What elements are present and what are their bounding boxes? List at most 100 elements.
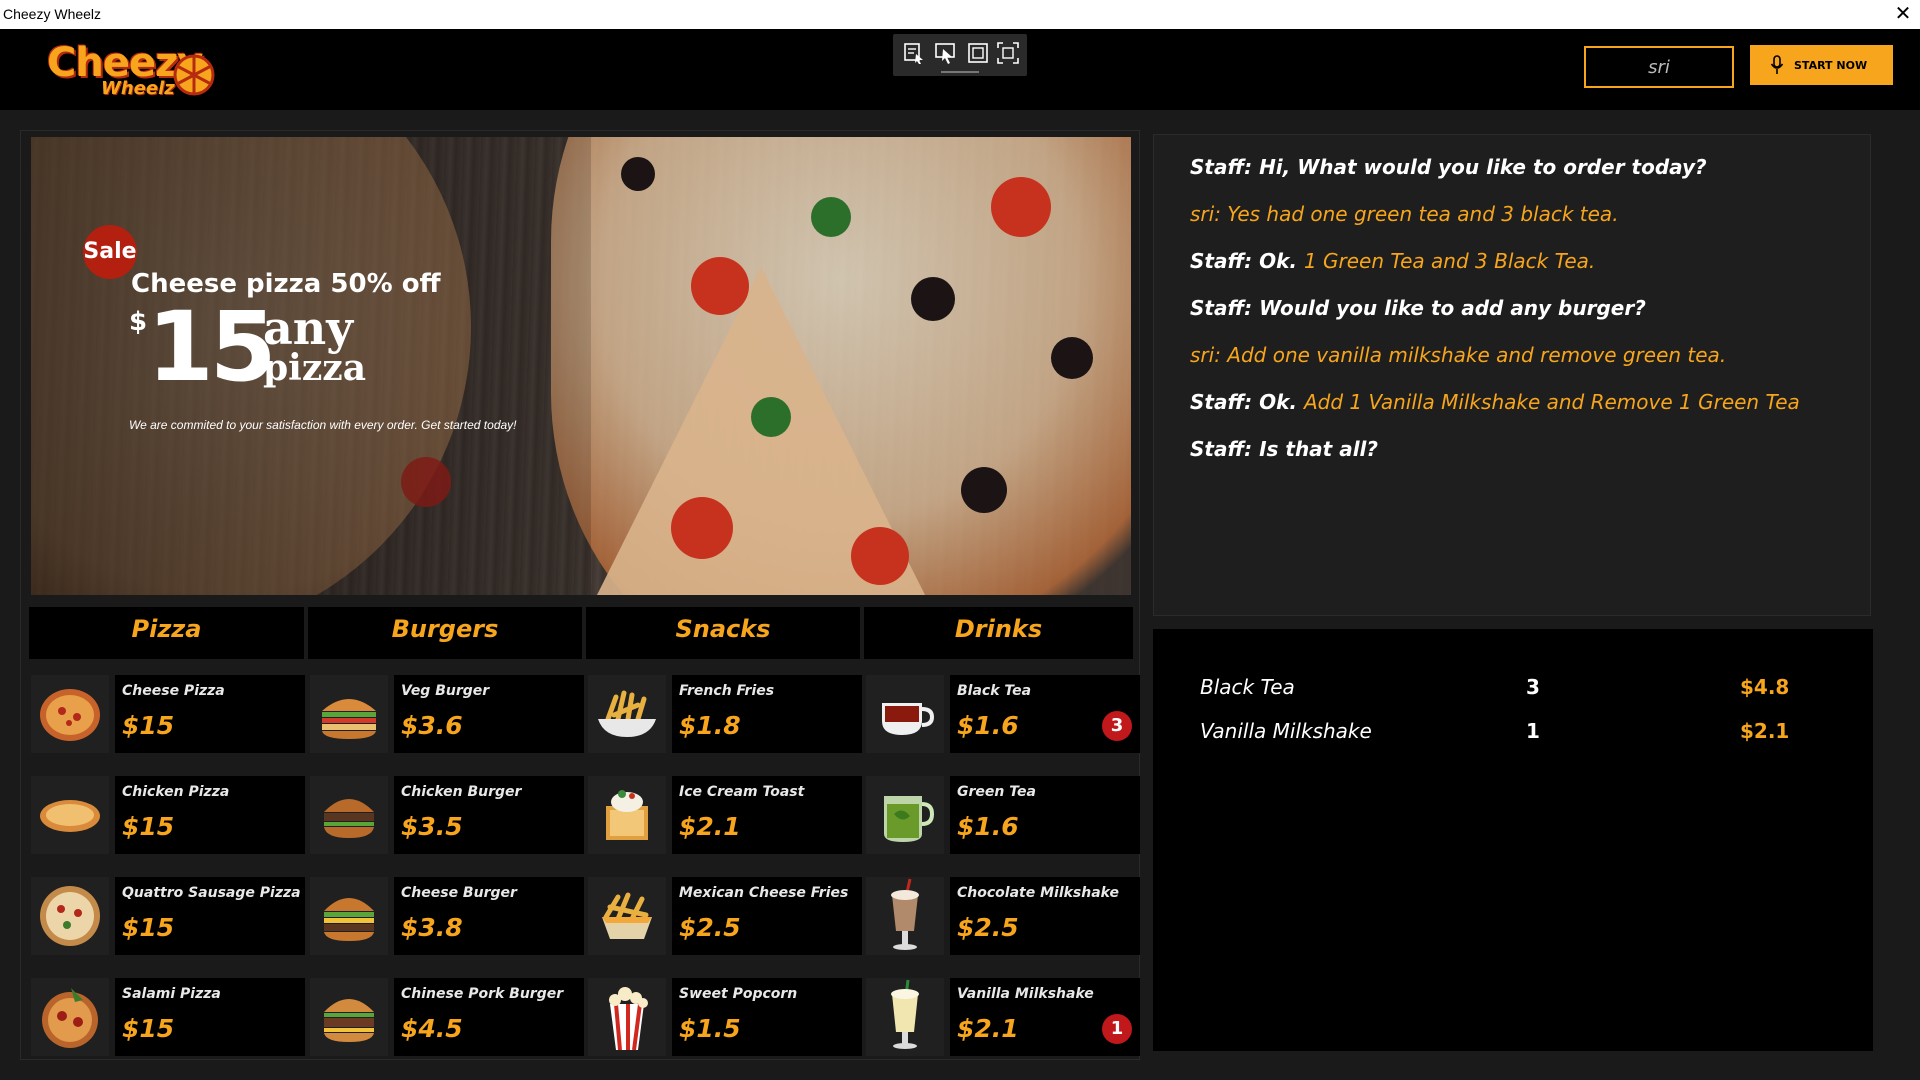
chat-message: Staff: Ok. 1 Green Tea and 3 Black Tea. (1190, 249, 1595, 273)
debug-toolbar (893, 34, 1027, 76)
item-name: Cheese Burger (401, 885, 517, 901)
tea-cup-icon (882, 703, 935, 735)
pizza-icon (40, 886, 100, 946)
tab-snacks[interactable]: Snacks (586, 607, 860, 659)
app-header: Cheezy Wheelz START NOW (0, 29, 1920, 110)
fries-icon (598, 690, 656, 737)
burger-icon (324, 999, 374, 1042)
cheese-fries-icon (602, 892, 652, 939)
item-price: $2.5 (679, 913, 741, 942)
track-focus-icon[interactable] (995, 40, 1021, 66)
item-thumbnail (310, 776, 388, 854)
item-price: $15 (122, 1014, 175, 1043)
conversation-panel: Staff: Hi, What would you like to order … (1153, 134, 1871, 616)
pizza-icon (40, 800, 100, 832)
item-price: $2.1 (679, 812, 741, 841)
chat-message: Staff: Would you like to add any burger? (1190, 296, 1646, 320)
chocolate-milkshake-icon (891, 878, 919, 950)
item-price: $3.8 (401, 913, 463, 942)
item-thumbnail (588, 978, 666, 1056)
chat-message: sri: Add one vanilla milkshake and remov… (1190, 343, 1726, 367)
item-thumbnail (866, 877, 944, 955)
layout-bounds-icon[interactable] (965, 40, 991, 66)
item-thumbnail (588, 776, 666, 854)
select-element-icon[interactable] (901, 40, 927, 66)
item-thumbnail (866, 776, 944, 854)
promo-banner[interactable]: Sale Cheese pizza 50% off $ 15 any pizza… (31, 137, 1131, 595)
quantity-badge: 3 (1102, 711, 1132, 741)
item-thumbnail (588, 675, 666, 753)
vanilla-milkshake-icon (891, 979, 919, 1049)
item-info: Cheese Burger $3.8 (394, 877, 584, 955)
item-info: Chicken Burger $3.5 (394, 776, 584, 854)
start-now-button[interactable]: START NOW (1750, 45, 1893, 85)
promo-currency: $ (129, 307, 148, 337)
item-info: Green Tea $1.6 (950, 776, 1140, 854)
order-row: Black Tea 3 $4.8 (1200, 675, 1840, 705)
chat-highlight-text: Add 1 Vanilla Milkshake and Remove 1 Gre… (1303, 390, 1800, 414)
chat-staff-text: Staff: Hi, What would you like to order … (1190, 155, 1707, 179)
item-price: $3.5 (401, 812, 463, 841)
banner-topping (671, 497, 733, 559)
item-price: $15 (122, 812, 175, 841)
banner-topping (991, 177, 1051, 237)
item-price: $15 (122, 711, 175, 740)
item-name: Chocolate Milkshake (957, 885, 1119, 901)
tab-drinks[interactable]: Drinks (864, 607, 1133, 659)
item-info: Sweet Popcorn $1.5 (672, 978, 862, 1056)
order-item-name: Vanilla Milkshake (1200, 719, 1372, 743)
item-price: $1.5 (679, 1014, 741, 1043)
item-price: $2.1 (957, 1014, 1019, 1043)
pointer-select-icon[interactable] (933, 40, 959, 66)
title-bar: Cheezy Wheelz ✕ (0, 0, 1920, 29)
quantity-badge: 1 (1102, 1014, 1132, 1044)
logo-sub-text: Wheelz (101, 78, 175, 99)
item-info: Ice Cream Toast $2.1 (672, 776, 862, 854)
order-item-qty: 3 (1526, 675, 1540, 699)
item-info: Vanilla Milkshake $2.1 1 (950, 978, 1140, 1056)
chat-staff-text: Staff: Would you like to add any burger? (1190, 296, 1646, 320)
tab-burgers[interactable]: Burgers (308, 607, 582, 659)
item-thumbnail (31, 675, 109, 753)
burger-icon (322, 699, 376, 739)
toolbar-drag-handle[interactable] (941, 71, 979, 73)
item-name: Black Tea (957, 683, 1032, 699)
item-name: Ice Cream Toast (679, 784, 805, 800)
burger-icon (324, 799, 374, 838)
item-thumbnail (310, 877, 388, 955)
item-name: Green Tea (957, 784, 1036, 800)
promo-tagline: We are commited to your satisfaction wit… (129, 418, 517, 432)
item-price: $1.6 (957, 812, 1019, 841)
banner-topping (811, 197, 851, 237)
promo-pizza-text: pizza (263, 347, 367, 389)
banner-topping (961, 467, 1007, 513)
chat-message: sri: Yes had one green tea and 3 black t… (1190, 202, 1619, 226)
item-price: $1.6 (957, 711, 1019, 740)
order-summary-panel: Black Tea 3 $4.8 Vanilla Milkshake 1 $2.… (1153, 629, 1873, 1051)
item-name: Chicken Pizza (122, 784, 230, 800)
item-info: Chicken Pizza $15 (115, 776, 305, 854)
burger-icon (324, 898, 374, 941)
item-info: Black Tea $1.6 3 (950, 675, 1140, 753)
pizza-icon (40, 689, 100, 741)
item-info: Veg Burger $3.6 (394, 675, 584, 753)
item-price: $15 (122, 913, 175, 942)
banner-topping (1051, 337, 1093, 379)
tab-pizza[interactable]: Pizza (29, 607, 304, 659)
close-icon[interactable]: ✕ (1890, 1, 1916, 27)
sale-badge: Sale (83, 225, 137, 279)
item-price: $4.5 (401, 1014, 463, 1043)
chat-message: Staff: Is that all? (1190, 437, 1378, 461)
customer-name-input[interactable] (1584, 46, 1734, 88)
item-thumbnail (866, 978, 944, 1056)
banner-topping (911, 277, 955, 321)
item-name: Chinese Pork Burger (401, 986, 564, 1002)
item-thumbnail (866, 675, 944, 753)
order-item-price: $2.1 (1740, 719, 1790, 743)
chat-highlight-text: sri: Add one vanilla milkshake and remov… (1190, 343, 1727, 367)
item-name: Vanilla Milkshake (957, 986, 1094, 1002)
item-name: Mexican Cheese Fries (679, 885, 849, 901)
item-info: Quattro Sausage Pizza $15 (115, 877, 305, 955)
item-thumbnail (31, 877, 109, 955)
item-name: Cheese Pizza (122, 683, 225, 699)
